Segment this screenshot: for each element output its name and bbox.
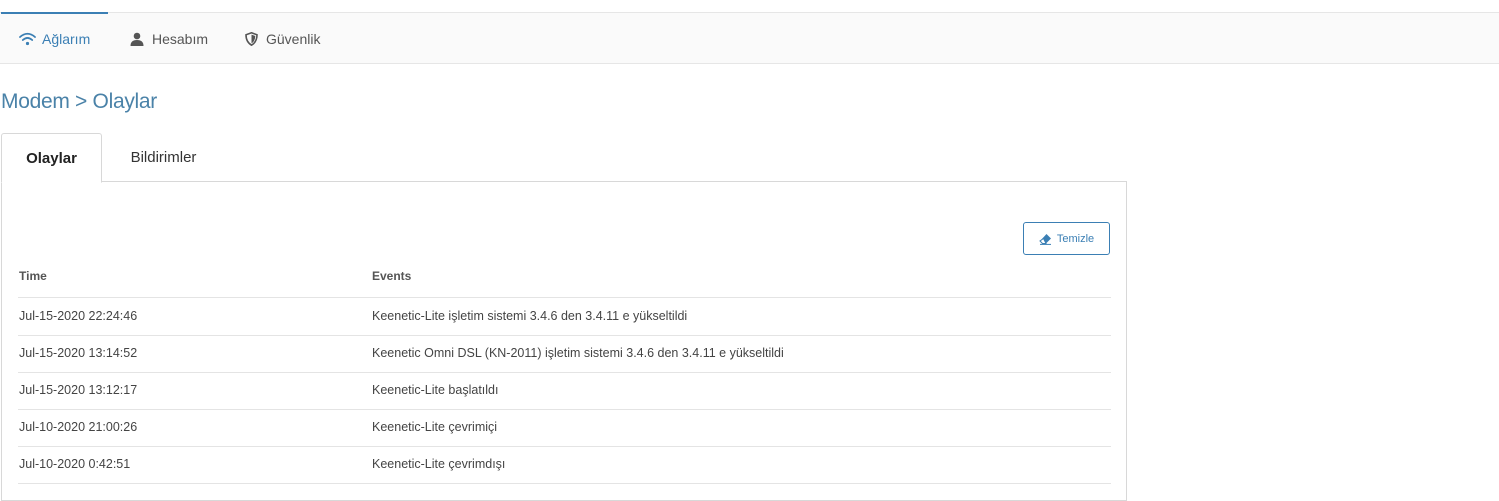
table-row: Jul-15-2020 13:12:17 Keenetic-Lite başla… (18, 372, 1111, 410)
top-navigation: Ağlarım Hesabım Güvenlik (0, 12, 1499, 64)
eraser-icon (1039, 233, 1052, 245)
nav-item-label: Ağlarım (42, 30, 91, 47)
column-header-events: Events (372, 269, 412, 283)
tab-notifications[interactable]: Bildirimler (106, 133, 221, 181)
cell-time: Jul-15-2020 13:12:17 (19, 383, 138, 397)
cell-event: Keenetic-Lite başlatıldı (372, 383, 499, 397)
shield-icon (242, 30, 260, 48)
table-header: Time Events (18, 261, 1111, 298)
cell-time: Jul-15-2020 13:14:52 (19, 346, 138, 360)
events-panel: Temizle Time Events Jul-15-2020 22:24:46… (1, 181, 1127, 501)
nav-item-account[interactable]: Hesabım (128, 13, 208, 64)
table-row: Jul-10-2020 21:00:26 Keenetic-Lite çevri… (18, 409, 1111, 447)
table-row: Jul-15-2020 13:14:52 Keenetic Omni DSL (… (18, 335, 1111, 373)
user-icon (128, 30, 146, 48)
cell-event: Keenetic-Lite çevrimiçi (372, 420, 498, 434)
column-header-time: Time (19, 269, 47, 283)
tab-events[interactable]: Olaylar (1, 133, 102, 183)
cell-event: Keenetic Omni DSL (KN-2011) işletim sist… (372, 346, 784, 360)
nav-item-networks[interactable]: Ağlarım (0, 12, 109, 64)
cell-time: Jul-10-2020 21:00:26 (19, 420, 138, 434)
cell-time: Jul-15-2020 22:24:46 (19, 309, 138, 323)
clear-button-label: Temizle (1056, 232, 1095, 245)
clear-button[interactable]: Temizle (1023, 222, 1110, 255)
cell-event: Keenetic-Lite çevrimdışı (372, 457, 506, 471)
page-title: Modem > Olaylar (1, 90, 157, 113)
cell-event: Keenetic-Lite işletim sistemi 3.4.6 den … (372, 309, 688, 323)
wifi-icon (18, 30, 36, 48)
cell-time: Jul-10-2020 0:42:51 (19, 457, 131, 471)
table-row: Jul-10-2020 0:42:51 Keenetic-Lite çevrim… (18, 446, 1111, 484)
nav-item-label: Güvenlik (266, 30, 321, 47)
nav-item-security[interactable]: Güvenlik (242, 13, 320, 64)
nav-item-label: Hesabım (152, 30, 209, 47)
table-row: Jul-15-2020 22:24:46 Keenetic-Lite işlet… (18, 298, 1111, 336)
